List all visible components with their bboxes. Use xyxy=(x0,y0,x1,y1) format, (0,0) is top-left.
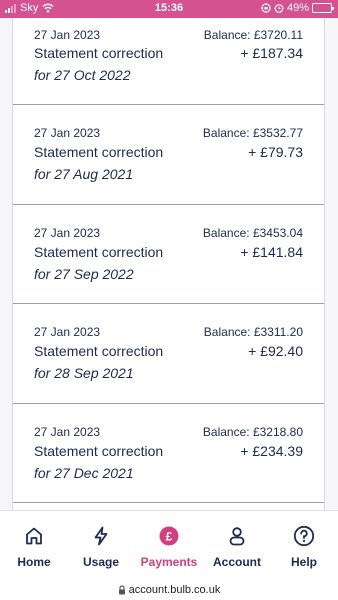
bottom-tab-bar: Home Usage £ Payments Account Help xyxy=(0,510,338,580)
transaction-row: 27 Jan 2023 Statement correction for 27 De… xyxy=(13,404,324,503)
battery-percent: 49% xyxy=(286,2,309,14)
transaction-description: Statement correction xyxy=(34,343,164,359)
transaction-row: 27 Jan 2023 Statement correction for 27 Oc… xyxy=(13,18,324,105)
transaction-period: for 28 Sep 2021 xyxy=(34,365,134,381)
transaction-description: Statement correction xyxy=(34,45,164,61)
transaction-amount: + £141.84 xyxy=(240,243,303,260)
transaction-list: 27 Jan 2023 Statement correction for 27 Oc… xyxy=(12,18,325,510)
transaction-description: Statement correction xyxy=(34,442,164,459)
alarm-icon xyxy=(274,4,284,13)
transaction-period: for 27 Dec 2021 xyxy=(34,464,134,481)
pound-icon: £ xyxy=(158,525,180,547)
transaction-row-partial xyxy=(13,503,324,510)
tab-payments[interactable]: £ Payments xyxy=(135,525,203,569)
help-icon xyxy=(293,525,315,547)
tab-home[interactable]: Home xyxy=(0,525,68,569)
url-text: account.bulb.co.uk xyxy=(128,584,221,596)
transaction-description: Statement correction xyxy=(34,144,164,160)
transaction-balance: Balance: £3532.77 xyxy=(202,126,303,140)
lightning-icon xyxy=(90,525,112,547)
svg-text:£: £ xyxy=(166,530,173,544)
transaction-amount: + £92.40 xyxy=(248,343,303,359)
transaction-period: for 27 Oct 2022 xyxy=(34,67,131,83)
transaction-period: for 27 Aug 2021 xyxy=(34,166,134,182)
tab-label: Payments xyxy=(140,555,198,569)
person-icon xyxy=(226,525,248,547)
tab-label: Home xyxy=(17,555,51,569)
transaction-amount: + £234.39 xyxy=(240,442,303,459)
tab-label: Account xyxy=(213,555,261,569)
transaction-period: for 27 Sep 2022 xyxy=(34,265,134,282)
transaction-row: 27 Jan 2023 Statement correction for 28 Se… xyxy=(13,304,324,404)
status-bar: Sky 15:36 49% xyxy=(0,0,338,18)
transactions-scroll-area[interactable]: 27 Jan 2023 Statement correction for 27 Oc… xyxy=(0,18,338,510)
tab-label: Help xyxy=(290,555,317,569)
transaction-date: 27 Jan 2023 xyxy=(34,225,101,240)
transaction-date: 27 Jan 2023 xyxy=(34,126,101,140)
tab-account[interactable]: Account xyxy=(203,525,271,569)
transaction-balance: Balance: £3311.20 xyxy=(203,325,303,339)
browser-url-bar[interactable]: account.bulb.co.uk xyxy=(0,580,338,600)
transaction-date: 27 Jan 2023 xyxy=(34,28,101,42)
transaction-amount: + £187.34 xyxy=(240,45,303,61)
lock-icon xyxy=(118,585,125,595)
transaction-balance: Balance: £3453.04 xyxy=(202,225,303,240)
home-icon xyxy=(23,525,45,547)
transaction-description: Statement correction xyxy=(34,243,164,260)
orientation-lock-icon xyxy=(261,3,271,13)
status-right: 49% xyxy=(261,2,334,14)
transaction-row: 27 Jan 2023 Statement correction for 27 Se… xyxy=(13,205,324,304)
battery-icon xyxy=(312,3,334,13)
transaction-balance: Balance: £3218.80 xyxy=(202,424,303,439)
tab-usage[interactable]: Usage xyxy=(67,525,135,569)
transaction-date: 27 Jan 2023 xyxy=(34,424,101,439)
transaction-date: 27 Jan 2023 xyxy=(34,325,101,339)
tab-help[interactable]: Help xyxy=(270,525,338,569)
transaction-amount: + £79.73 xyxy=(248,144,303,160)
tab-label: Usage xyxy=(82,555,120,569)
transaction-row: 27 Jan 2023 Statement correction for 27 Au… xyxy=(13,105,324,205)
transaction-balance: Balance: £3720.11 xyxy=(203,28,303,42)
